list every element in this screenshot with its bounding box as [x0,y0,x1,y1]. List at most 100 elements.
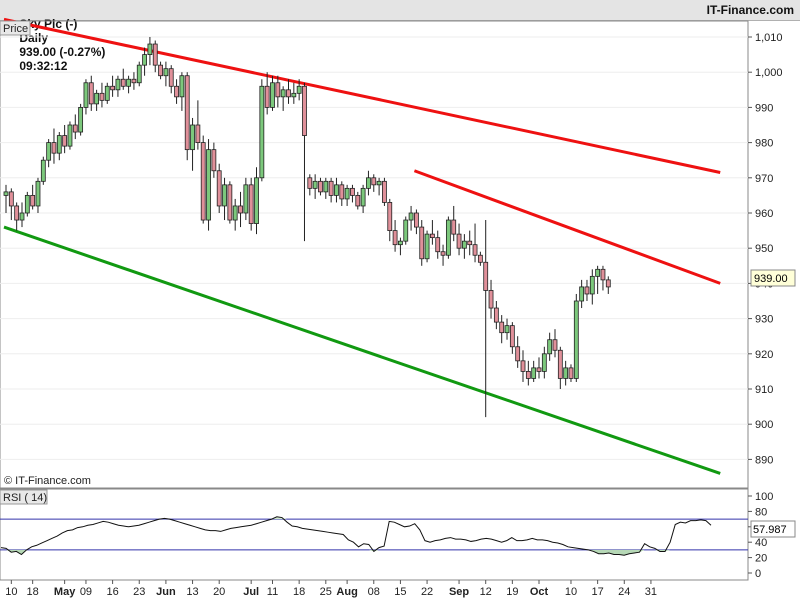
candle-body [126,78,131,87]
candle-body [14,205,20,221]
date-tick-label: 31 [645,586,657,598]
date-tick-label: 20 [213,586,225,598]
candle-body [296,85,302,94]
candle-body [56,135,62,154]
candle-body [429,233,435,239]
price-tick-label: 1,000 [755,67,783,79]
candle-body [232,205,238,221]
candle-body [467,240,473,246]
candle-body [419,226,425,260]
candle-body [291,92,297,98]
chart-canvas: 8909009109209309409509609709809901,0001,… [0,17,796,598]
candle-body [515,346,521,362]
candle-body [520,360,526,372]
date-tick-label: Jul [243,586,259,598]
candle-body [387,202,393,232]
candle-body [206,149,211,221]
trend-line-lower-resistance [413,169,721,285]
date-tick-label: 09 [80,586,92,598]
date-tick-label: 11 [267,586,278,598]
candlestick-series [3,37,611,418]
date-tick-label: Oct [530,586,549,598]
candle-body [99,92,105,101]
date-tick-label: 08 [368,586,380,598]
candle-body [142,54,147,66]
date-tick-label: 10 [5,586,17,598]
candle-body [424,233,430,260]
candle-body [579,286,585,302]
candle-body [83,82,89,108]
candle-body [136,64,142,84]
candle-body [62,135,68,147]
candle-body [328,180,334,196]
rsi-oversold-fill [1,549,711,556]
candle-body [339,184,345,200]
copyright-watermark: © IT-Finance.com [4,475,91,487]
candle-body [435,237,441,253]
date-tick-label: 19 [506,586,518,598]
date-tick-label: 13 [186,586,198,598]
candle-body [195,124,201,144]
candle-body [531,367,537,379]
candle-body [525,370,531,379]
candle-body [302,85,307,136]
candle-body [318,180,323,193]
candle-body [382,180,387,203]
candle-body [312,180,318,189]
price-tick-label: 910 [755,384,773,396]
candle-body [200,142,206,221]
rsi-tick-label: 40 [755,537,767,549]
candle-body [360,187,366,207]
rsi-value-label: 57.987 [753,524,787,536]
candle-body [174,85,179,98]
candle-body [440,251,446,256]
date-tick-label: Jun [156,586,176,598]
candle-body [461,240,467,249]
candle-body [120,78,126,87]
candle-body [600,268,606,281]
candle-body [163,68,169,77]
candle-body [211,149,217,172]
price-tick-label: 960 [755,208,773,220]
candle-body [88,82,94,105]
rsi-tick-label: 20 [755,553,767,565]
candle-body [403,219,409,242]
candle-body [541,353,547,372]
candle-body [24,194,30,214]
candle-body [414,212,419,228]
price-y-axis: 8909009109209309409509609709809901,0001,… [748,32,783,466]
candle-body [371,177,377,186]
candle-body [35,180,41,207]
candle-body [78,107,84,133]
candle-body [408,212,414,221]
date-tick-label: 15 [394,586,406,598]
candle-body [46,142,52,161]
candle-body [110,85,115,91]
candle-body [477,254,483,263]
candle-body [286,89,291,98]
candle-body [30,194,36,207]
price-tick-label: 890 [755,454,773,466]
price-tick-label: 980 [755,138,773,150]
candle-body [355,194,361,207]
trend-line-upper-resistance [3,17,721,174]
candle-body [547,339,553,355]
candle-body [456,233,462,249]
price-tick-label: 920 [755,349,773,361]
date-tick-label: 12 [480,586,492,598]
candle-body [552,339,558,351]
candle-body [605,279,611,288]
candle-body [131,78,137,84]
candle-body [392,230,398,246]
rsi-tick-label: 0 [755,568,761,580]
candle-body [19,212,25,221]
price-tick-label: 970 [755,173,773,185]
candle-body [184,75,190,151]
last-price-label: 939.00 [754,273,788,285]
candle-body [472,244,478,256]
candle-body [222,184,227,207]
candle-body [259,85,265,179]
candle-body [499,321,505,334]
candle-body [190,124,195,151]
candle-body [67,124,73,147]
